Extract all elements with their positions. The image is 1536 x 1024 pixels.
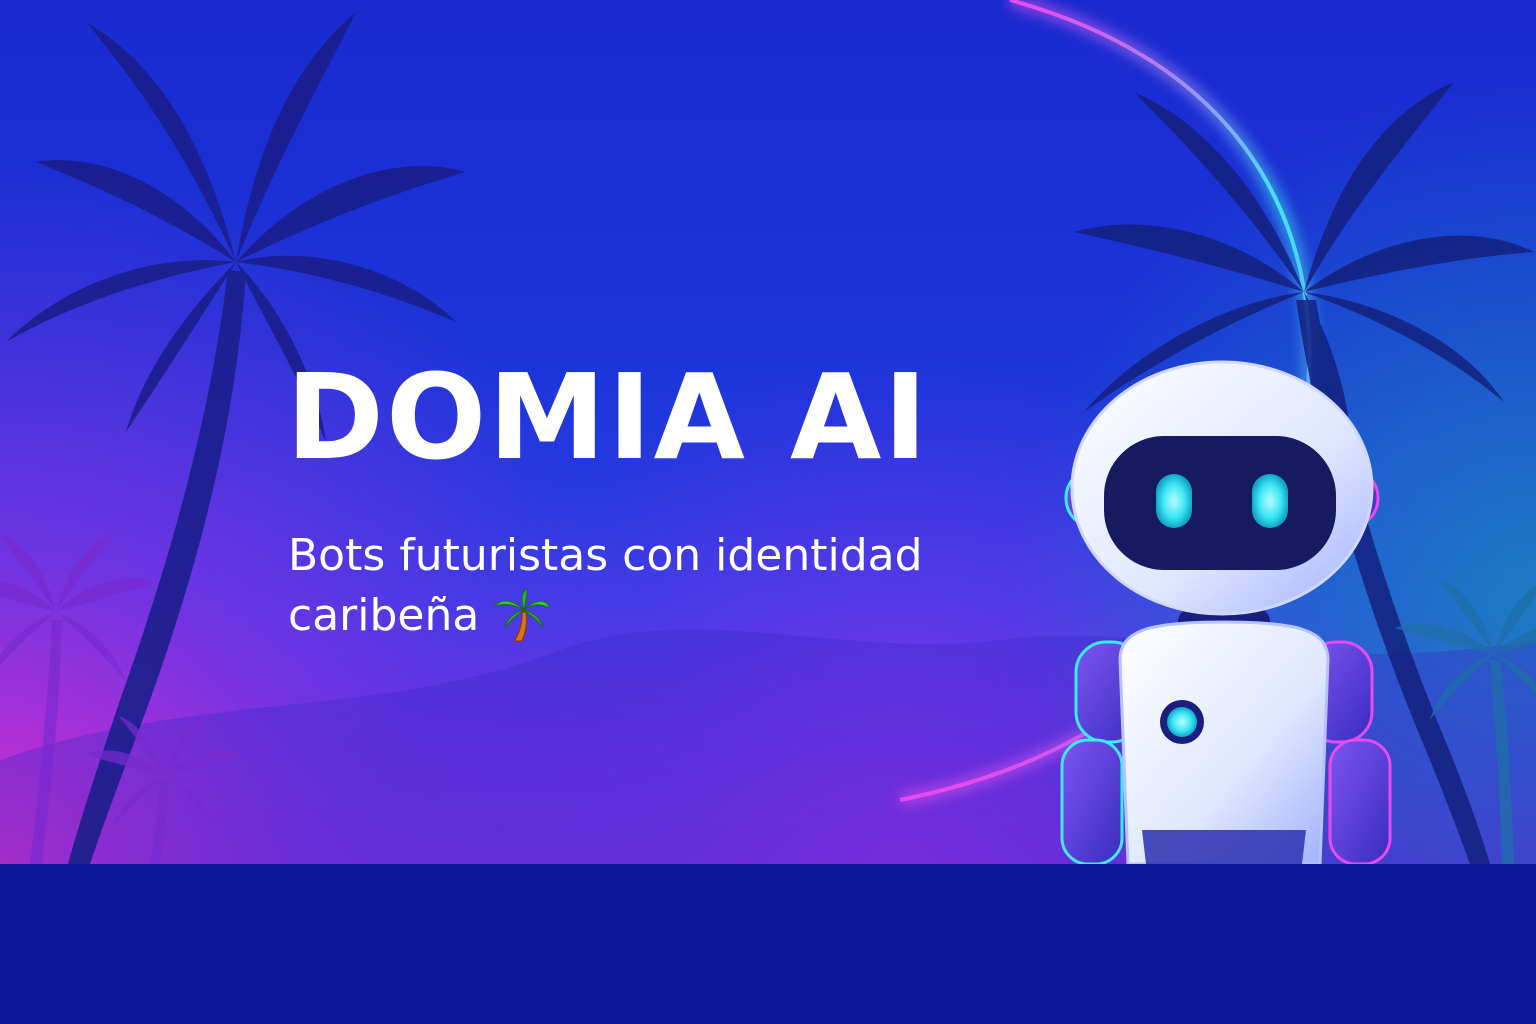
tagline-line-1: Bots futuristas con identidad (288, 530, 923, 581)
robot-head (1064, 360, 1380, 616)
tagline: Bots futuristas con identidad caribeña (288, 526, 1048, 646)
tagline-line-2-wrap: caribeña (288, 586, 551, 646)
robot-chest-light (1160, 700, 1204, 744)
tagline-line-2: caribeña (288, 590, 480, 641)
robot-illustration (1060, 360, 1392, 864)
robot-torso (1118, 620, 1330, 864)
brand-title: DOMIA AI (286, 348, 930, 486)
hero-banner: DOMIA AI Bots futuristas con identidad c… (0, 0, 1536, 864)
footer-band (0, 864, 1536, 1024)
palm-tree-icon (493, 588, 551, 642)
